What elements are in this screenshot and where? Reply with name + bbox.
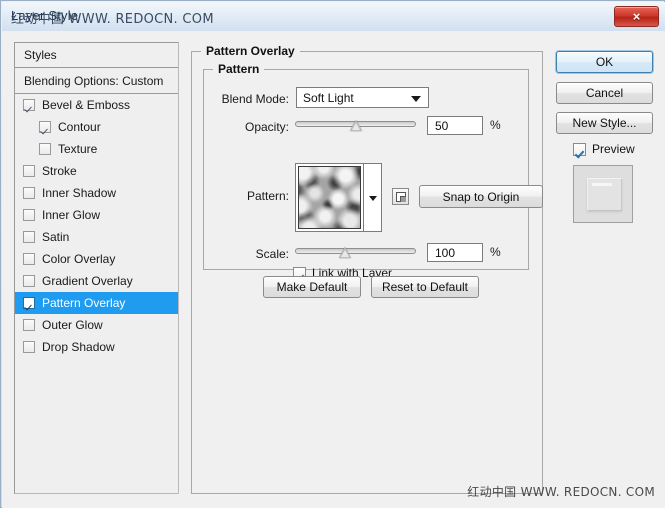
pattern-swatch[interactable]: [298, 166, 361, 229]
make-default-button[interactable]: Make Default: [263, 276, 361, 298]
scale-value: 100: [435, 245, 456, 260]
scale-input[interactable]: 100: [427, 243, 483, 262]
style-item-label: Color Overlay: [42, 252, 116, 266]
style-item-drop-shadow[interactable]: Drop Shadow: [15, 336, 178, 358]
style-item-label: Contour: [58, 120, 101, 134]
pattern-dropdown-button[interactable]: [364, 164, 381, 231]
blending-options-row[interactable]: Blending Options: Custom: [15, 68, 178, 94]
pattern-texture-preview: [299, 167, 360, 228]
scale-unit: %: [490, 245, 501, 259]
style-item-checkbox[interactable]: [23, 253, 35, 265]
style-item-label: Inner Glow: [42, 208, 101, 222]
style-item-contour[interactable]: Contour: [15, 116, 178, 138]
style-item-stroke[interactable]: Stroke: [15, 160, 178, 182]
blend-mode-label: Blend Mode:: [221, 92, 289, 106]
style-item-checkbox[interactable]: [23, 187, 35, 199]
scale-slider-thumb[interactable]: [338, 247, 351, 258]
scale-slider[interactable]: [295, 244, 416, 260]
style-item-checkbox[interactable]: [23, 275, 35, 287]
pattern-overlay-group-title: Pattern Overlay: [201, 44, 300, 58]
style-item-satin[interactable]: Satin: [15, 226, 178, 248]
style-item-label: Stroke: [42, 164, 77, 178]
style-item-label: Bevel & Emboss: [42, 98, 131, 112]
opacity-slider-thumb[interactable]: [349, 120, 362, 131]
preview-shape: [587, 178, 622, 211]
style-item-label: Pattern Overlay: [42, 296, 126, 310]
dialog-actions: OK Cancel New Style... Preview: [555, 42, 655, 494]
styles-header: Styles: [15, 43, 178, 68]
style-preview-thumbnail: [573, 165, 633, 223]
style-item-label: Gradient Overlay: [42, 274, 133, 288]
title-watermark: 红动中国 WWW. REDOCN. COM: [11, 12, 214, 27]
title-bar[interactable]: Layer Style 红动中国 WWW. REDOCN. COM ×: [2, 2, 665, 31]
preview-checkbox[interactable]: [573, 142, 586, 156]
opacity-value: 50: [435, 118, 449, 133]
pattern-label: Pattern:: [246, 189, 289, 203]
cancel-button[interactable]: Cancel: [556, 82, 653, 104]
style-item-checkbox[interactable]: [39, 143, 51, 155]
bottom-watermark: 红动中国 WWW. REDOCN. COM: [467, 485, 655, 499]
pattern-overlay-panel: Pattern Overlay Pattern Blend Mode: Soft…: [191, 42, 543, 494]
style-item-checkbox[interactable]: [23, 231, 35, 243]
scale-label: Scale:: [255, 247, 289, 261]
style-item-checkbox[interactable]: [23, 341, 35, 353]
chevron-down-icon: [368, 195, 377, 201]
style-item-label: Inner Shadow: [42, 186, 117, 200]
close-icon: ×: [632, 9, 641, 24]
style-item-label: Drop Shadow: [42, 340, 115, 354]
new-style-button[interactable]: New Style...: [556, 112, 653, 134]
scale-slider-track: [295, 248, 416, 254]
blend-mode-value: Soft Light: [303, 90, 354, 105]
style-effects-list: Bevel & Emboss Contour Texture Stroke Inner …: [15, 94, 178, 358]
style-item-label: Satin: [42, 230, 70, 244]
new-pattern-button[interactable]: [392, 188, 409, 205]
window-frame: Layer Style 红动中国 WWW. REDOCN. COM × Styl…: [0, 0, 665, 508]
opacity-label: Opacity:: [244, 120, 289, 134]
pattern-group-title: Pattern: [213, 62, 265, 76]
opacity-unit: %: [490, 118, 501, 132]
style-item-texture[interactable]: Texture: [15, 138, 178, 160]
ok-button[interactable]: OK: [556, 51, 653, 73]
style-item-inner-glow[interactable]: Inner Glow: [15, 204, 178, 226]
style-item-label: Outer Glow: [42, 318, 103, 332]
style-item-bevel-emboss[interactable]: Bevel & Emboss: [15, 94, 178, 116]
opacity-input[interactable]: 50: [427, 116, 483, 135]
style-item-checkbox[interactable]: [39, 121, 51, 133]
dialog-body: Styles Blending Options: Custom Bevel & …: [2, 31, 665, 508]
layer-style-dialog: Layer Style 红动中国 WWW. REDOCN. COM × Styl…: [0, 0, 665, 508]
style-item-checkbox[interactable]: [23, 297, 35, 309]
preview-label: Preview: [592, 142, 635, 156]
close-button[interactable]: ×: [614, 6, 659, 27]
snap-to-origin-button[interactable]: Snap to Origin: [419, 185, 543, 208]
style-item-outer-glow[interactable]: Outer Glow: [15, 314, 178, 336]
opacity-slider[interactable]: [295, 117, 416, 133]
style-item-checkbox[interactable]: [23, 165, 35, 177]
new-pattern-icon: [396, 192, 406, 202]
style-item-gradient-overlay[interactable]: Gradient Overlay: [15, 270, 178, 292]
preview-row[interactable]: Preview: [573, 142, 635, 156]
style-item-label: Texture: [58, 142, 98, 156]
pattern-picker[interactable]: [295, 163, 382, 232]
styles-list-panel: Styles Blending Options: Custom Bevel & …: [14, 42, 179, 494]
reset-to-default-button[interactable]: Reset to Default: [371, 276, 479, 298]
style-item-pattern-overlay[interactable]: Pattern Overlay: [15, 292, 178, 314]
style-item-color-overlay[interactable]: Color Overlay: [15, 248, 178, 270]
blend-mode-select[interactable]: Soft Light: [296, 87, 429, 108]
chevron-down-icon: [411, 95, 421, 102]
style-item-checkbox[interactable]: [23, 319, 35, 331]
style-item-inner-shadow[interactable]: Inner Shadow: [15, 182, 178, 204]
style-item-checkbox[interactable]: [23, 99, 35, 111]
style-item-checkbox[interactable]: [23, 209, 35, 221]
